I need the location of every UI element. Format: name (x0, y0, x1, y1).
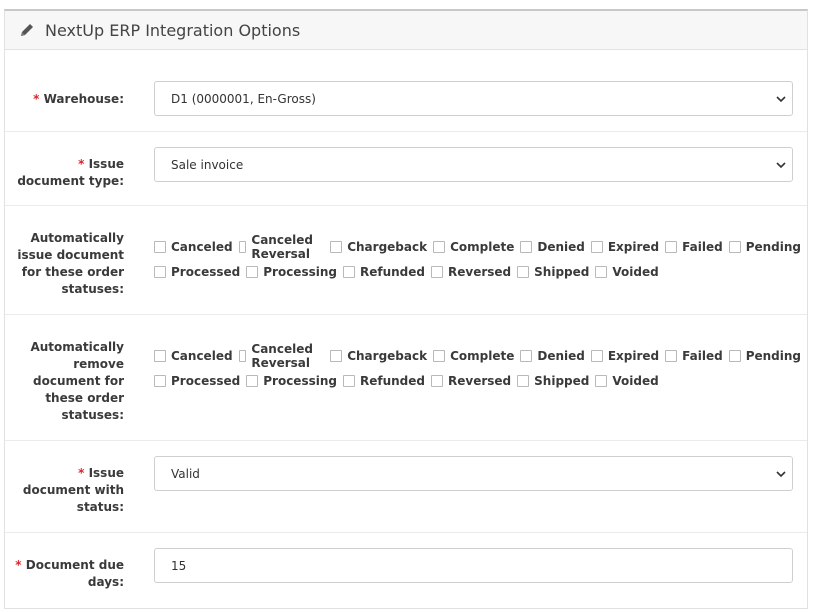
issue-status-processed[interactable]: Processed (154, 265, 240, 279)
auto-issue-checkboxes-row2: Processed Processing Refunded Reversed S… (154, 265, 665, 279)
doc-type-select[interactable]: Sale invoice (154, 147, 793, 182)
checkbox[interactable] (595, 266, 608, 278)
checkbox[interactable] (520, 241, 533, 253)
checkbox[interactable] (246, 266, 259, 278)
chevron-down-icon (776, 162, 786, 169)
checkbox[interactable] (590, 241, 603, 253)
checkbox[interactable] (330, 350, 343, 362)
checkbox[interactable] (154, 375, 166, 387)
chevron-down-icon (776, 96, 786, 103)
remove-status-failed[interactable]: Failed (665, 349, 723, 363)
checkbox[interactable] (433, 350, 446, 362)
auto-remove-row: Automatically remove document for these … (5, 315, 807, 441)
checkbox[interactable] (728, 241, 741, 253)
checkbox[interactable] (433, 241, 446, 253)
doc-type-label: * Issue document type: (17, 157, 124, 188)
remove-status-complete[interactable]: Complete (433, 349, 514, 363)
due-days-row: * Document due days: 15 (5, 533, 807, 613)
issue-status-canceled-reversal[interactable]: Canceled Reversal (238, 233, 325, 261)
checkbox[interactable] (238, 350, 247, 362)
chevron-down-icon (776, 471, 786, 478)
checkbox[interactable] (330, 241, 343, 253)
checkbox[interactable] (517, 266, 530, 278)
pencil-icon (21, 24, 33, 36)
checkbox[interactable] (154, 241, 166, 253)
remove-status-voided[interactable]: Voided (595, 374, 659, 388)
issue-status-shipped[interactable]: Shipped (517, 265, 589, 279)
checkbox[interactable] (154, 350, 166, 362)
erp-options-panel: NextUp ERP Integration Options * Warehou… (4, 9, 808, 609)
checkbox[interactable] (665, 241, 678, 253)
issue-status-refunded[interactable]: Refunded (342, 265, 425, 279)
remove-status-pending[interactable]: Pending (728, 349, 801, 363)
checkbox[interactable] (431, 375, 443, 387)
warehouse-row: * Warehouse: D1 (0000001, En-Gross) (5, 50, 807, 132)
issue-status-voided[interactable]: Voided (595, 265, 659, 279)
auto-issue-label: Automatically issue document for these o… (17, 231, 124, 296)
issue-status-complete[interactable]: Complete (433, 240, 514, 254)
due-days-label: * Document due days: (15, 558, 124, 589)
remove-status-shipped[interactable]: Shipped (517, 374, 589, 388)
issue-status-pending[interactable]: Pending (728, 240, 801, 254)
issue-status-failed[interactable]: Failed (665, 240, 723, 254)
warehouse-label: * Warehouse: (33, 92, 124, 106)
checkbox[interactable] (590, 350, 603, 362)
doc-status-select[interactable]: Valid (154, 456, 793, 491)
remove-status-reversed[interactable]: Reversed (431, 374, 511, 388)
checkbox[interactable] (665, 350, 678, 362)
checkbox[interactable] (342, 375, 355, 387)
issue-status-canceled[interactable]: Canceled (154, 240, 233, 254)
checkbox[interactable] (595, 375, 608, 387)
panel-title: NextUp ERP Integration Options (45, 20, 301, 40)
checkbox[interactable] (246, 375, 259, 387)
checkbox[interactable] (728, 350, 741, 362)
checkbox[interactable] (520, 350, 533, 362)
issue-status-expired[interactable]: Expired (590, 240, 659, 254)
doc-status-label: * Issue document with status: (22, 466, 124, 514)
auto-remove-checkboxes-row1: Canceled Canceled Reversal Chargeback Co… (154, 342, 807, 370)
checkbox[interactable] (342, 266, 355, 278)
due-days-input[interactable]: 15 (154, 548, 793, 583)
issue-status-processing[interactable]: Processing (246, 265, 337, 279)
panel-heading: NextUp ERP Integration Options (5, 11, 807, 50)
warehouse-select[interactable]: D1 (0000001, En-Gross) (154, 81, 793, 116)
remove-status-canceled-reversal[interactable]: Canceled Reversal (238, 342, 325, 370)
remove-status-refunded[interactable]: Refunded (342, 374, 425, 388)
auto-issue-row: Automatically issue document for these o… (5, 206, 807, 315)
auto-remove-checkboxes-row2: Processed Processing Refunded Reversed S… (154, 374, 665, 388)
checkbox[interactable] (154, 266, 166, 278)
remove-status-denied[interactable]: Denied (520, 349, 585, 363)
doc-type-row: * Issue document type: Sale invoice (5, 132, 807, 206)
remove-status-processing[interactable]: Processing (246, 374, 337, 388)
remove-status-chargeback[interactable]: Chargeback (330, 349, 427, 363)
remove-status-processed[interactable]: Processed (154, 374, 240, 388)
auto-remove-label: Automatically remove document for these … (30, 340, 124, 422)
issue-status-chargeback[interactable]: Chargeback (330, 240, 427, 254)
checkbox[interactable] (238, 241, 247, 253)
issue-status-reversed[interactable]: Reversed (431, 265, 511, 279)
checkbox[interactable] (517, 375, 530, 387)
remove-status-expired[interactable]: Expired (590, 349, 659, 363)
checkbox[interactable] (431, 266, 443, 278)
doc-status-row: * Issue document with status: Valid (5, 441, 807, 533)
issue-status-denied[interactable]: Denied (520, 240, 585, 254)
auto-issue-checkboxes-row1: Canceled Canceled Reversal Chargeback Co… (154, 233, 807, 261)
remove-status-canceled[interactable]: Canceled (154, 349, 233, 363)
